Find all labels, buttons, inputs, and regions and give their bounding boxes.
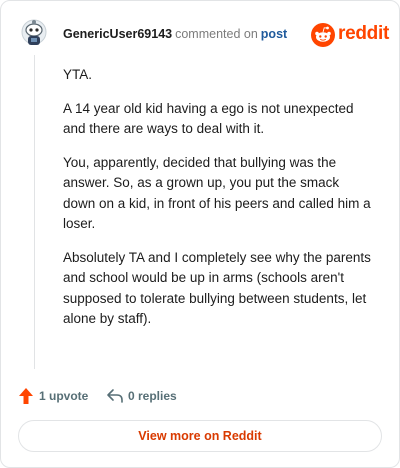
commented-on-text: commented on bbox=[175, 27, 258, 41]
comment-paragraph: Absolutely TA and I completely see why t… bbox=[63, 249, 371, 327]
comment-paragraph: YTA. bbox=[63, 67, 93, 82]
comment-paragraph: You, apparently, decided that bullying w… bbox=[63, 154, 371, 232]
comment-paragraph: A 14 year old kid having a ego is not un… bbox=[63, 100, 354, 137]
view-more-label: View more on Reddit bbox=[138, 429, 262, 443]
comment-actions: 1 upvote 0 replies bbox=[18, 386, 318, 406]
view-more-button[interactable]: View more on Reddit bbox=[18, 420, 382, 452]
thread-line[interactable] bbox=[34, 55, 35, 369]
comment-embed-card: GenericUser69143 commented on post reddit … bbox=[0, 0, 400, 468]
post-link[interactable]: post bbox=[261, 27, 287, 41]
reddit-snoo-icon bbox=[311, 23, 335, 47]
upvote-count: 1 upvote bbox=[39, 389, 89, 403]
username-link[interactable]: GenericUser69143 bbox=[63, 27, 172, 41]
reply-count: 0 replies bbox=[128, 389, 177, 403]
replies-button[interactable]: 0 replies bbox=[106, 386, 177, 406]
upvote-button[interactable]: 1 upvote bbox=[18, 386, 88, 406]
reddit-wordmark: reddit bbox=[338, 23, 389, 44]
comment-header: GenericUser69143 commented on post reddit bbox=[19, 17, 389, 51]
user-avatar-icon[interactable] bbox=[19, 17, 49, 49]
reddit-logo[interactable]: reddit bbox=[311, 22, 391, 48]
upvote-arrow-icon bbox=[19, 388, 33, 404]
comment-body: YTA. A 14 year old kid having a ego is n… bbox=[63, 65, 373, 343]
reply-arrow-icon bbox=[107, 389, 123, 403]
comment-meta: GenericUser69143 commented on post bbox=[63, 27, 287, 41]
